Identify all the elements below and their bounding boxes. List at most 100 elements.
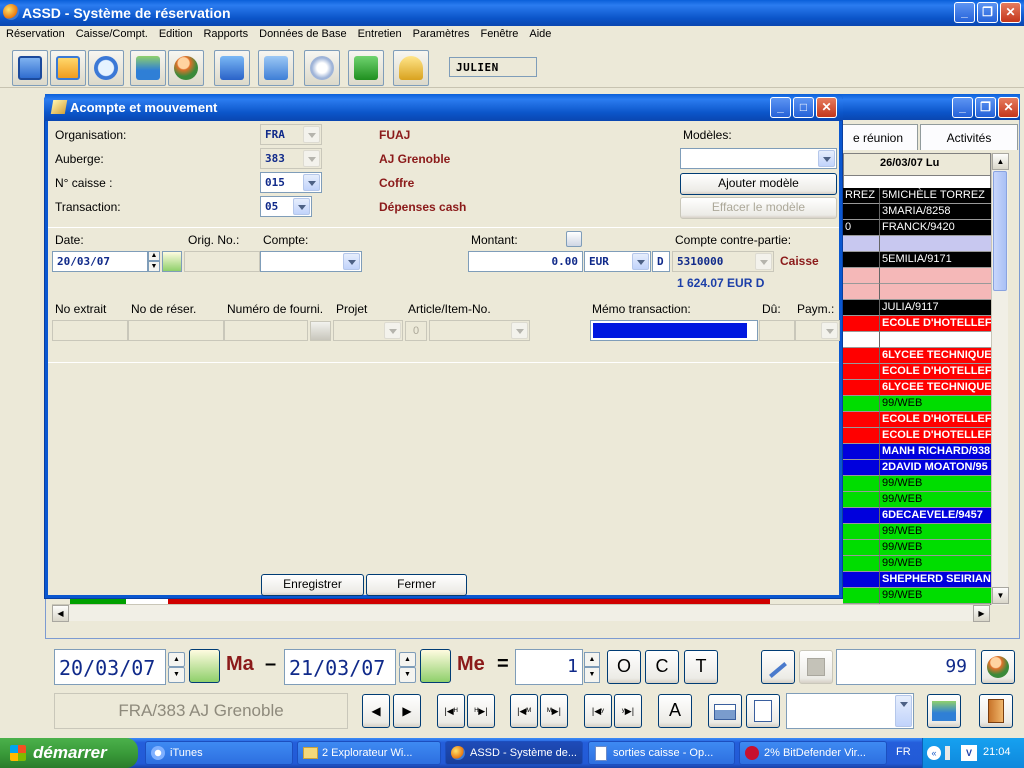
grid-cell-left[interactable] — [843, 300, 879, 316]
grid-cell-booking[interactable]: 99/WEB — [879, 540, 991, 556]
grid-cell-booking[interactable]: MANH RICHARD/938 — [879, 444, 991, 460]
modeles-select[interactable] — [680, 148, 837, 169]
close-button[interactable]: ✕ — [1000, 2, 1021, 23]
contre-partie-select[interactable]: 5310000 — [672, 251, 774, 272]
grid-cell-left[interactable] — [843, 588, 879, 604]
grid-cell-booking[interactable]: ECOLE D'HOTELLEF — [879, 316, 991, 332]
grid-cell-booking[interactable]: 2DAVID MOATON/95 — [879, 460, 991, 476]
grid-cell-left[interactable] — [843, 572, 879, 588]
grid-cell-left[interactable] — [843, 540, 879, 556]
date-from-calendar-icon[interactable] — [189, 649, 220, 683]
planning-close-button[interactable]: ✕ — [998, 97, 1019, 118]
nights-spinner[interactable]: ▲ ▼ — [584, 652, 600, 684]
fermer-button[interactable]: Fermer — [366, 574, 467, 596]
toolbar-guests-button[interactable] — [168, 50, 204, 86]
grid-cell-left[interactable] — [843, 396, 879, 412]
menu-donnees[interactable]: Données de Base — [253, 26, 351, 40]
dialog-minimize-button[interactable]: _ — [770, 97, 791, 118]
spin-down-icon[interactable]: ▼ — [168, 667, 185, 683]
toolbar-cabinet-button[interactable] — [258, 50, 294, 86]
nav-first-y-button[interactable]: |◀ʸ — [584, 694, 612, 728]
grid-cell-booking[interactable]: 5MICHÈLE TORREZ — [879, 188, 991, 204]
projet-select[interactable] — [333, 320, 403, 341]
minimize-button[interactable]: _ — [954, 2, 975, 23]
nav-last-h-button[interactable]: ᴴ▶| — [467, 694, 495, 728]
task-assd[interactable]: ASSD - Système de... — [445, 741, 583, 765]
nav-last-m-button[interactable]: ᴹ▶| — [540, 694, 568, 728]
currency-select[interactable]: EUR — [584, 251, 651, 272]
spin-down-icon[interactable]: ▼ — [148, 261, 160, 272]
paym-select[interactable] — [795, 320, 840, 341]
grid-cell-booking[interactable] — [879, 332, 991, 348]
main-title-bar[interactable]: ASSD - Système de réservation _ ❐ ✕ — [0, 0, 1024, 26]
calculator-icon[interactable] — [566, 231, 582, 247]
grid-cell-left[interactable] — [843, 428, 879, 444]
grid-cell-left[interactable] — [843, 556, 879, 572]
nav-next-button[interactable]: ▶ — [393, 694, 421, 728]
restore-button[interactable]: ❐ — [977, 2, 998, 23]
scroll-up-icon[interactable]: ▲ — [992, 153, 1009, 170]
task-explorer[interactable]: 2 Explorateur Wi... — [297, 741, 441, 765]
antivirus-tray-icon[interactable]: V — [961, 745, 977, 761]
grid-cell-left[interactable] — [843, 348, 879, 364]
date-from-spinner[interactable]: ▲ ▼ — [168, 652, 185, 684]
toolbar-search-button[interactable] — [88, 50, 124, 86]
spin-down-icon[interactable]: ▼ — [399, 667, 416, 683]
effacer-modele-button[interactable]: Effacer le modèle — [680, 197, 837, 219]
dialog-close-button[interactable]: ✕ — [816, 97, 837, 118]
dialog-title-bar[interactable]: Acompte et mouvement _ □ ✕ — [44, 94, 843, 121]
grid-cell-left[interactable]: 0 — [843, 220, 879, 236]
grid-cell-left[interactable] — [843, 204, 879, 220]
grid-cell-left[interactable] — [843, 444, 879, 460]
c-button[interactable]: C — [645, 650, 679, 684]
grid-cell-booking[interactable]: 5EMILIA/9171 — [879, 252, 991, 268]
start-button[interactable]: démarrer — [0, 738, 138, 768]
toolbar-calendar-button[interactable] — [50, 50, 86, 86]
grid-cell-booking[interactable]: ECOLE D'HOTELLEF — [879, 364, 991, 380]
menu-caisse[interactable]: Caisse/Compt. — [70, 26, 153, 40]
planning-vertical-scrollbar[interactable]: ▲ ▼ — [991, 153, 1009, 605]
nights-field[interactable]: 1 — [515, 649, 583, 685]
grid-cell-left[interactable]: RREZ — [843, 188, 879, 204]
date-field[interactable]: 20/03/07 — [52, 251, 148, 272]
menu-fenetre[interactable]: Fenêtre — [474, 26, 523, 40]
spin-down-icon[interactable]: ▼ — [584, 667, 600, 683]
nav-first-h-button[interactable]: |◀ᴴ — [437, 694, 465, 728]
guests-button[interactable] — [981, 650, 1015, 684]
grid-cell-left[interactable] — [843, 412, 879, 428]
tab-reunion[interactable]: e réunion — [838, 124, 918, 150]
language-indicator[interactable]: FR — [896, 746, 911, 758]
toolbar-windows-button[interactable] — [12, 50, 48, 86]
report-select[interactable] — [786, 693, 914, 729]
planning-horizontal-scrollbar[interactable]: ◀ ▶ — [52, 604, 990, 622]
spin-up-icon[interactable]: ▲ — [148, 251, 160, 261]
date-from-field[interactable]: 20/03/07 — [54, 649, 166, 685]
grid-cell-booking[interactable]: SHEPHERD SEIRIAN — [879, 572, 991, 588]
grid-cell-booking[interactable]: 99/WEB — [879, 492, 991, 508]
grid-cell-booking[interactable]: FRANCK/9420 — [879, 220, 991, 236]
nav-last-y-button[interactable]: ʸ▶| — [614, 694, 642, 728]
task-itunes[interactable]: iTunes — [145, 741, 293, 765]
grid-cell-booking[interactable]: 99/WEB — [879, 396, 991, 412]
date-to-calendar-icon[interactable] — [420, 649, 451, 683]
spin-up-icon[interactable]: ▲ — [399, 652, 416, 667]
article-select[interactable] — [429, 320, 530, 341]
grid-cell-left[interactable] — [843, 524, 879, 540]
menu-entretien[interactable]: Entretien — [352, 26, 407, 40]
toolbar-cash-button[interactable] — [214, 50, 250, 86]
spin-up-icon[interactable]: ▲ — [584, 652, 600, 667]
grid-cell-booking[interactable] — [879, 268, 991, 284]
menu-parametres[interactable]: Paramètres — [407, 26, 475, 40]
grid-cell-left[interactable] — [843, 460, 879, 476]
a-button[interactable]: A — [658, 694, 692, 728]
spin-up-icon[interactable]: ▲ — [168, 652, 185, 667]
save-disk-button[interactable] — [799, 650, 833, 684]
scroll-right-icon[interactable]: ▶ — [973, 605, 990, 622]
grid-cell-booking[interactable]: 3MARIA/8258 — [879, 204, 991, 220]
tab-activites[interactable]: Activités — [920, 124, 1018, 150]
auberge-select[interactable]: 383 — [260, 148, 322, 169]
menu-aide[interactable]: Aide — [523, 26, 556, 40]
wand-button[interactable] — [761, 650, 795, 684]
scroll-down-icon[interactable]: ▼ — [992, 587, 1009, 604]
menu-edition[interactable]: Edition — [153, 26, 198, 40]
